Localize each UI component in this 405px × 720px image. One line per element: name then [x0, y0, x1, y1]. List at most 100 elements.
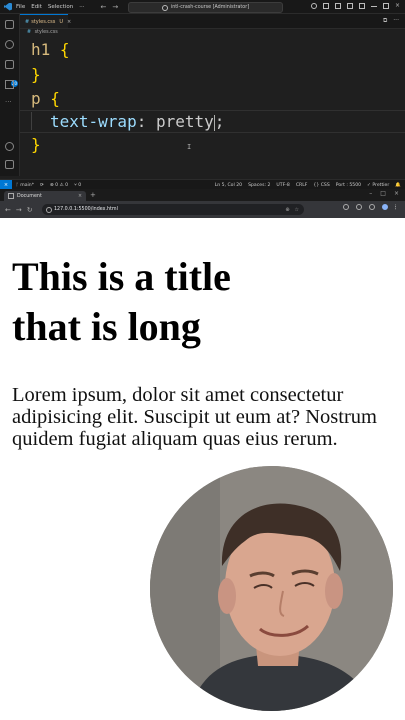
profile-avatar-icon[interactable]	[382, 204, 388, 210]
code-line-3: p {	[31, 89, 60, 108]
line-ending[interactable]: CRLF	[296, 183, 308, 188]
activity-bar: 20 ···	[0, 14, 20, 176]
notifications-bell-icon[interactable]: 🔔	[395, 183, 401, 188]
prettier-status[interactable]: ✓ Prettier	[367, 183, 389, 188]
title-bar: File Edit Selection ··· ← → intl-crash-c…	[0, 0, 405, 14]
tab-close-icon[interactable]: ×	[67, 19, 71, 25]
language-mode[interactable]: {} CSS	[313, 183, 329, 188]
forward-icon[interactable]: →	[112, 3, 118, 11]
browser-close-icon[interactable]: ×	[394, 190, 399, 197]
css-value: pretty	[155, 112, 214, 131]
presenter-face-illustration	[150, 466, 393, 711]
close-brace: }	[31, 65, 41, 84]
tab-styles-css[interactable]: # styles.css U ×	[20, 14, 71, 28]
browser-window: Document × + – □ × ← → ↻ 127.0.0.1:5500/…	[0, 189, 405, 218]
copilot-icon[interactable]	[311, 3, 317, 9]
selector-h1: h1	[31, 40, 51, 59]
code-line-5: }	[31, 135, 41, 154]
cursor-position[interactable]: Ln 5, Col 20	[215, 183, 242, 188]
site-info-icon[interactable]	[46, 207, 52, 213]
source-control-icon[interactable]	[5, 60, 14, 69]
close-brace: }	[31, 135, 41, 154]
new-tab-button[interactable]: +	[90, 191, 96, 199]
layout-icon[interactable]	[359, 3, 365, 9]
toggle-secondary-sidebar-icon[interactable]	[347, 3, 353, 9]
presenter-webcam-avatar	[150, 466, 393, 711]
toggle-panel-icon[interactable]	[335, 3, 341, 9]
menu-more[interactable]: ···	[79, 4, 84, 10]
command-center-search[interactable]: intl-crash-course [Administrator]	[128, 2, 283, 13]
search-text: intl-crash-course [Administrator]	[170, 5, 250, 10]
indent-guide	[31, 112, 32, 130]
live-server-port[interactable]: Port : 5500	[336, 183, 361, 188]
toggle-sidebar-icon[interactable]	[323, 3, 329, 9]
ports-count[interactable]: ⑂ 0	[74, 182, 81, 188]
browser-minimize-icon[interactable]: –	[369, 190, 372, 197]
zoom-icon[interactable]: ⊕	[285, 207, 289, 213]
breadcrumb[interactable]: # styles.css	[27, 30, 58, 35]
problems-count[interactable]: ⊗ 0 ⚠ 0	[50, 183, 68, 188]
account-icon[interactable]	[5, 142, 14, 151]
page-favicon-icon	[8, 193, 14, 199]
split-editor-icon[interactable]: ⧉	[383, 17, 387, 25]
menu-edit[interactable]: Edit	[31, 4, 42, 10]
tab-untracked-status: U	[59, 18, 64, 25]
back-icon[interactable]: ←	[100, 3, 106, 11]
search-icon	[161, 4, 168, 11]
browser-extensions	[343, 204, 397, 210]
css-file-icon: #	[25, 18, 30, 25]
split-view-icon[interactable]	[369, 204, 375, 210]
open-brace: {	[59, 40, 70, 59]
browser-tab-close-icon[interactable]: ×	[78, 194, 82, 199]
indentation[interactable]: Spaces: 2	[248, 183, 270, 188]
code-line-2: }	[31, 65, 41, 84]
breadcrumb-file: styles.css	[34, 30, 58, 35]
window-controls: ×	[311, 3, 401, 9]
open-brace: {	[50, 89, 60, 108]
css-semicolon: ;	[214, 112, 225, 131]
address-bar-icons: ⊕ ☆	[285, 204, 299, 215]
mouse-ibeam-icon: I	[187, 143, 192, 151]
browser-back-icon[interactable]: ←	[5, 206, 11, 214]
editor-more-icon[interactable]: ···	[393, 17, 399, 25]
css-file-icon: #	[27, 30, 32, 35]
minimize-icon[interactable]	[371, 3, 377, 7]
browser-forward-icon[interactable]: →	[16, 206, 22, 214]
settings-gear-icon[interactable]	[5, 160, 14, 169]
address-bar[interactable]: 127.0.0.1:5500/index.html ⊕ ☆	[42, 204, 304, 215]
bookmark-star-icon[interactable]: ☆	[295, 207, 299, 213]
code-editor[interactable]: h1 { } p { text-wrap: pretty; }	[20, 36, 405, 176]
menu-selection[interactable]: Selection	[48, 4, 73, 10]
browser-window-controls: – □ ×	[369, 190, 399, 197]
browser-tab-title: Document	[17, 193, 42, 199]
close-window-icon[interactable]: ×	[395, 3, 401, 9]
explorer-icon[interactable]	[5, 20, 14, 29]
vscode-window: File Edit Selection ··· ← → intl-crash-c…	[0, 0, 405, 190]
encoding[interactable]: UTF-8	[276, 183, 289, 188]
css-property: text-wrap	[50, 112, 137, 131]
vscode-logo-icon	[4, 2, 12, 11]
browser-reload-icon[interactable]: ↻	[27, 206, 33, 214]
menu-file[interactable]: File	[16, 4, 25, 10]
sync-icon[interactable]: ⟳	[40, 183, 44, 188]
tab-label: styles.css	[31, 18, 56, 25]
extension-icon[interactable]	[343, 204, 349, 210]
web-page-content: This is a title that is long Lorem ipsum…	[0, 218, 405, 720]
more-views-icon[interactable]: ···	[5, 98, 12, 106]
browser-tab-document[interactable]: Document ×	[4, 191, 86, 201]
browser-tab-strip: Document × + – □ ×	[0, 189, 405, 201]
extensions-puzzle-icon[interactable]	[356, 204, 362, 210]
run-debug-icon[interactable]	[5, 80, 14, 89]
browser-toolbar: ← → ↻ 127.0.0.1:5500/index.html ⊕ ☆	[0, 201, 405, 218]
page-heading: This is a title that is long	[12, 254, 231, 349]
selector-p: p	[31, 89, 41, 108]
address-url: 127.0.0.1:5500/index.html	[54, 207, 118, 212]
maximize-icon[interactable]	[383, 3, 389, 9]
code-line-1: h1 {	[31, 40, 70, 59]
editor-actions: ⧉ ···	[383, 17, 399, 25]
browser-maximize-icon[interactable]: □	[380, 190, 386, 197]
browser-menu-icon[interactable]	[395, 204, 397, 210]
search-view-icon[interactable]	[5, 40, 14, 49]
git-branch[interactable]: ᚴ main*	[16, 182, 34, 188]
css-colon: :	[136, 112, 147, 131]
